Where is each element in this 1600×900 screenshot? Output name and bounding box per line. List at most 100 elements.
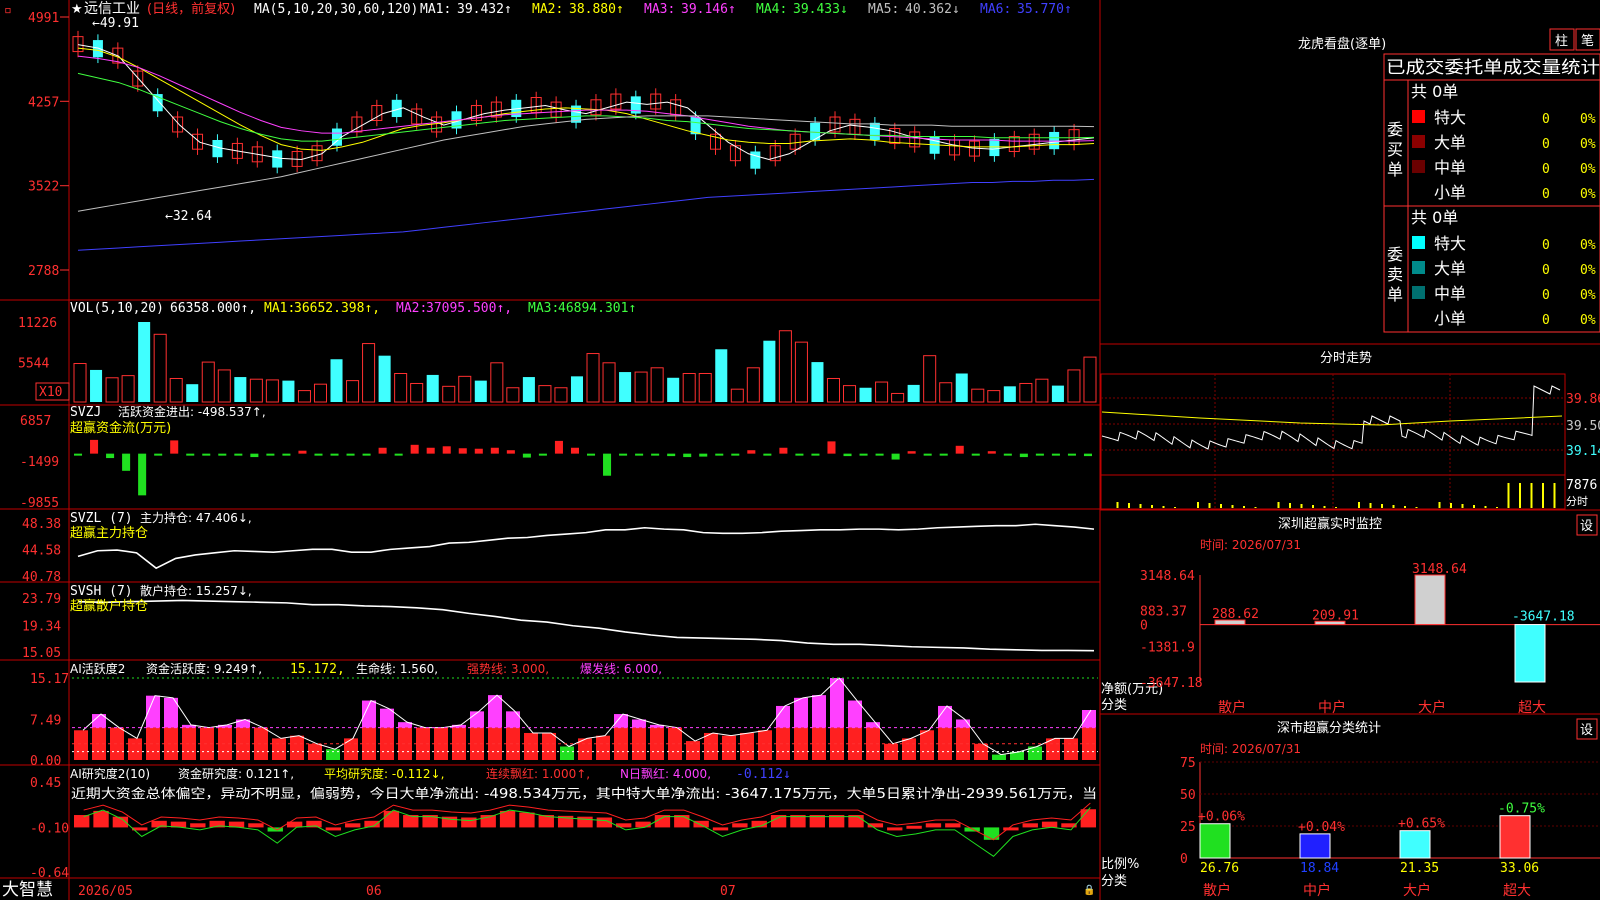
- vol-legend-label-0: MA1:: [264, 301, 295, 316]
- ma-label: MA(5,10,20,30,60,120): [254, 2, 418, 17]
- ai1-bar-top-41: [812, 695, 826, 728]
- vol-legend: MA1:36652.398↑, MA2:37095.500↑, MA3:46894.…: [264, 301, 636, 316]
- date-label-0: 2026/05: [78, 884, 133, 899]
- intraday-vol-bar-27: [1415, 507, 1418, 508]
- vol-bar-58: [1003, 386, 1016, 402]
- buy-total: 共 0单: [1411, 82, 1458, 101]
- stats-settings-label: 设: [1580, 723, 1593, 738]
- svzj-bar-40: [715, 453, 724, 456]
- ai2-avg: 平均研究度: -0.112↓,: [324, 766, 444, 781]
- intraday-vol-bar-9: [1208, 503, 1211, 508]
- vol-bar-1: [90, 369, 103, 402]
- monitor-y-tick-3: -1381.9: [1140, 640, 1195, 655]
- stats-title: 深市超赢分类统计: [1277, 720, 1381, 736]
- ma-legend-value-5: 35.770↑: [1017, 2, 1072, 17]
- brand-logo[interactable]: 大智慧: [2, 880, 53, 900]
- stats-bar-3: [1499, 815, 1531, 859]
- monitor-cat-3: 超大: [1518, 700, 1546, 716]
- svzj-bar-2: [106, 453, 115, 459]
- sell-row-name-0: 特大: [1434, 234, 1466, 253]
- svzj-bar-8: [202, 453, 211, 456]
- stats-value-3: 33.06: [1500, 861, 1539, 876]
- ai1-bar-46: [902, 738, 916, 760]
- sell-side-1: 卖: [1387, 265, 1403, 284]
- svzl-title: 主力持仓: 47.406↓,: [140, 510, 252, 525]
- svzj-bar-13: [282, 453, 291, 456]
- star-icon: ★: [71, 2, 83, 17]
- svzj-bar-31: [570, 447, 579, 454]
- intraday-vol-bar-39: [1553, 483, 1556, 508]
- lock-icon[interactable]: 🔒: [1083, 884, 1095, 896]
- ai1-title: 资金活跃度: 9.249↑,: [146, 661, 262, 676]
- intraday-vol-bar-1: [1116, 502, 1119, 508]
- ai2-bar-49: [1022, 823, 1038, 828]
- candle-body-34: [750, 151, 761, 169]
- svzj-bar-1: [90, 439, 99, 454]
- ai2-title: 资金研究度: 0.121↑,: [178, 766, 294, 781]
- intraday-vol-bar-10: [1220, 504, 1222, 508]
- ma-legend-label-3: MA4:: [756, 2, 787, 17]
- sell-row-pct-0: 0%: [1580, 238, 1596, 253]
- main-y-tick-0: 4991: [28, 11, 59, 26]
- vol-bar-22: [426, 374, 439, 402]
- menu-icon[interactable]: ▫: [4, 3, 12, 18]
- ai1-bar-top-23: [488, 695, 502, 728]
- stock-mode: (日线，前复权): [147, 1, 235, 17]
- ma-legend-label-0: MA1:: [420, 2, 451, 17]
- ai1-bar-top-42: [830, 678, 844, 728]
- stats-y-tick-1: 50: [1180, 788, 1196, 803]
- ai1-bar-14: [326, 749, 340, 760]
- svzl-y-tick-0: 48.38: [22, 517, 61, 532]
- vol-bar-10: [234, 377, 247, 402]
- candle-body-49: [1049, 131, 1060, 150]
- svzj-bar-33: [603, 453, 612, 476]
- svzl-label: SVZL (7): [70, 511, 133, 526]
- vol-bar-46: [811, 362, 824, 402]
- vol-bar-40: [715, 349, 728, 402]
- ai1-bar-29: [596, 735, 610, 760]
- svzj-bar-58: [1003, 453, 1012, 456]
- svzj-bar-11: [250, 453, 259, 458]
- ai2-bar-32: [693, 820, 709, 828]
- ai2-bar-14: [345, 823, 361, 828]
- ai2-bar-33: [712, 827, 729, 831]
- sell-row-swatch-1: [1412, 261, 1425, 274]
- vol-bar-37: [667, 377, 680, 402]
- candle-body-40: [869, 122, 880, 140]
- ai1-y-tick-2: 0.00: [30, 754, 61, 769]
- stats-y-tick-0: 75: [1180, 756, 1196, 771]
- svzj-bar-44: [779, 447, 788, 454]
- svzj-bar-7: [186, 453, 195, 456]
- buy-row-count-1: 0: [1542, 137, 1550, 152]
- ai1-bar-0: [74, 730, 88, 760]
- monitor-value-2: 3148.64: [1412, 562, 1467, 577]
- intraday-price-mid: 39.50: [1566, 419, 1600, 434]
- svzj-bar-36: [651, 453, 660, 456]
- ai2-bar-43: [906, 825, 922, 829]
- ma-legend-label-2: MA3:: [644, 2, 675, 17]
- intraday-vol-bar-29: [1438, 502, 1441, 508]
- ai2-label: AI研究度2(10): [70, 766, 150, 781]
- stats-bar-1: [1299, 833, 1331, 859]
- monitor-settings-label: 设: [1580, 519, 1593, 534]
- sell-side-2: 单: [1387, 285, 1403, 304]
- buy-row-pct-3: 0%: [1580, 187, 1596, 202]
- candle-body-1: [92, 40, 103, 58]
- stats-time: 时间: 2026/07/31: [1200, 742, 1301, 756]
- monitor-cat-2: 大户: [1418, 699, 1446, 716]
- bar-mode-label: 柱: [1555, 34, 1568, 49]
- vol-value: 66358.000↑,: [170, 301, 256, 316]
- stats-cat-0: 散户: [1203, 882, 1231, 899]
- vol-bar-43: [763, 340, 776, 402]
- stock-name[interactable]: 远信工业: [84, 1, 140, 17]
- intraday-vol-bar-31: [1461, 504, 1464, 508]
- buy-row-count-2: 0: [1542, 162, 1550, 177]
- monitor-title: 深圳超赢实时监控: [1278, 516, 1382, 532]
- svzj-bar-32: [587, 453, 596, 456]
- svzj-bar-57: [987, 451, 996, 454]
- stats-axis-label: 比例%: [1101, 857, 1139, 872]
- ai2-bar-44: [925, 823, 942, 828]
- ai2-bar-13: [325, 827, 342, 831]
- sell-row-count-1: 0: [1542, 263, 1550, 278]
- date-label-1: 06: [366, 884, 382, 899]
